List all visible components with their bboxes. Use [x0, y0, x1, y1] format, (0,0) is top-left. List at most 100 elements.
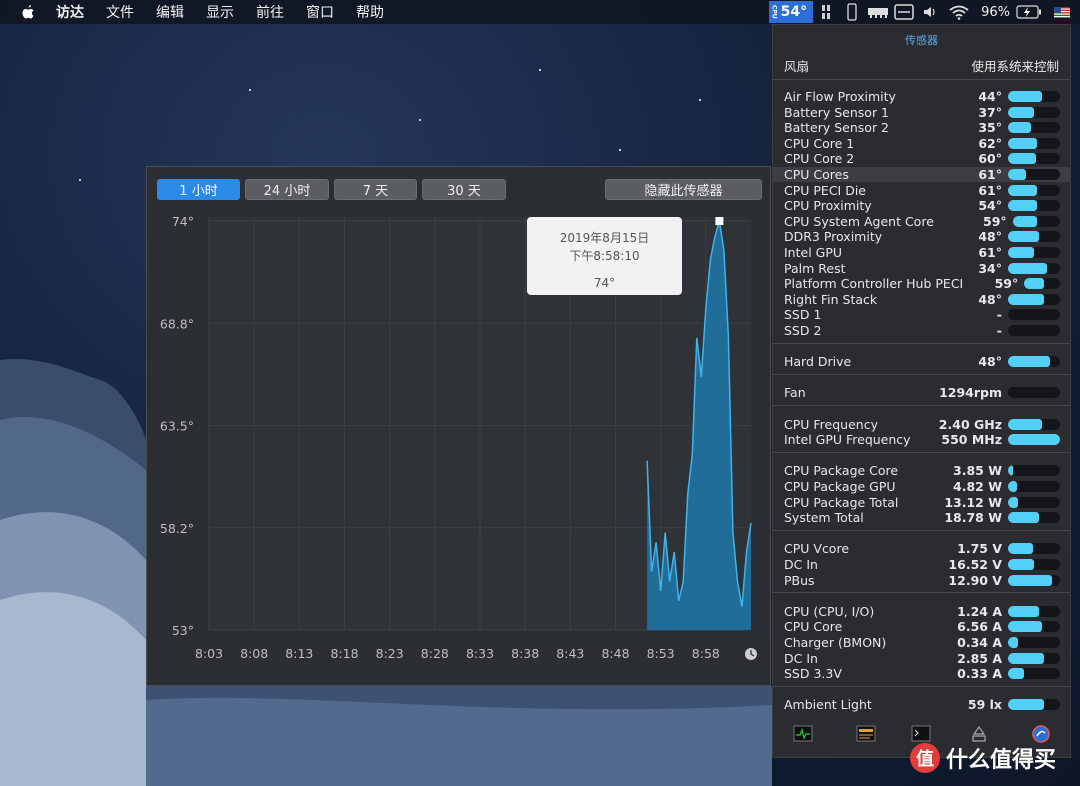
sensor-row[interactable]: CPU Package GPU 4.82 W: [784, 479, 1060, 494]
battery-charging-icon[interactable]: [1014, 0, 1044, 24]
sensor-level-fill: [1008, 434, 1060, 446]
fan-mode[interactable]: 使用系统来控制: [971, 56, 1059, 75]
y-tick-label: 68.8°: [160, 316, 194, 331]
sensor-value: 6.56 A: [957, 619, 1002, 635]
sensor-value: 16.52 V: [948, 557, 1002, 572]
sensor-row[interactable]: CPU Proximity 54°: [784, 198, 1060, 213]
sensor-row[interactable]: SSD 3.3V 0.33 A: [784, 666, 1060, 681]
apple-icon[interactable]: [20, 3, 36, 21]
sensor-name: DC In: [784, 650, 818, 666]
sensor-name: CPU PECI Die: [784, 182, 867, 198]
sensor-row[interactable]: Platform Controller Hub PECI 59°: [784, 276, 1060, 291]
sensor-row[interactable]: CPU System Agent Core 59°: [784, 214, 1060, 229]
sensor-value: 2.40 GHz: [938, 416, 1002, 432]
sensor-row[interactable]: Palm Rest 34°: [784, 261, 1060, 276]
x-tick-label: 8:18: [330, 646, 358, 661]
phone-icon[interactable]: [839, 0, 865, 24]
sensor-row[interactable]: System Total 18.78 W: [784, 510, 1060, 525]
disk-icon[interactable]: [891, 0, 917, 24]
tooltip-date: 2019年8月15日: [559, 231, 650, 245]
sensor-row[interactable]: CPU Vcore 1.75 V: [784, 541, 1060, 556]
sensor-value: 12.90 V: [948, 572, 1002, 588]
sensor-row[interactable]: CPU Core 2 60°: [784, 151, 1060, 166]
cpu-meter-icon[interactable]: [813, 0, 839, 24]
temperature-status-item[interactable]: CPU 54°: [768, 1, 814, 23]
sensor-value: 3.85 W: [953, 463, 1002, 479]
sensor-value: 35°: [978, 120, 1002, 136]
sensor-level-fill: [1008, 293, 1045, 305]
sensor-name: Intel GPU Frequency: [784, 432, 911, 448]
sensor-row[interactable]: Battery Sensor 1 37°: [784, 105, 1060, 120]
volume-icon[interactable]: [917, 0, 943, 24]
sensor-value: 34°: [978, 260, 1002, 276]
y-tick-label: 53°: [172, 623, 194, 638]
us-flag-icon[interactable]: [1044, 0, 1080, 24]
sensor-name: Ambient Light: [784, 697, 872, 713]
sensor-row[interactable]: CPU Core 1 62°: [784, 136, 1060, 151]
menu-view[interactable]: 显示: [206, 2, 234, 22]
time-range-tabs: 1 小时 24 小时 7 天 30 天: [157, 179, 506, 200]
activity-monitor-icon[interactable]: [793, 725, 813, 743]
watermark: 值 什么值得买: [910, 742, 1056, 774]
sensor-row[interactable]: Intel GPU 61°: [784, 245, 1060, 260]
sensor-row[interactable]: CPU Frequency 2.40 GHz: [784, 417, 1060, 432]
sensor-level-bar: [1008, 559, 1060, 570]
hide-sensor-button[interactable]: 隐藏此传感器: [605, 179, 762, 200]
menu-bar: 访达 文件 编辑 显示 前往 窗口 帮助 CPU 54° 96%: [0, 0, 1080, 24]
x-tick-label: 8:03: [195, 646, 223, 661]
sensor-value: 60°: [978, 151, 1002, 167]
sensor-name: PBus: [784, 572, 815, 588]
menu-edit[interactable]: 编辑: [156, 2, 184, 22]
sensor-row[interactable]: CPU Package Core 3.85 W: [784, 463, 1060, 478]
menu-go[interactable]: 前往: [256, 2, 284, 22]
eject-disk-icon[interactable]: [969, 725, 989, 743]
sensor-row[interactable]: Right Fin Stack 48°: [784, 292, 1060, 307]
sensor-row[interactable]: CPU Cores 61°: [773, 167, 1070, 182]
sensor-level-bar: [1008, 91, 1060, 102]
sensor-row[interactable]: CPU Package Total 13.12 W: [784, 495, 1060, 510]
sensor-row[interactable]: Intel GPU Frequency 550 MHz: [784, 432, 1060, 447]
sensor-row[interactable]: Hard Drive 48°: [784, 354, 1060, 369]
sensor-value: 61°: [978, 245, 1002, 260]
menu-help[interactable]: 帮助: [356, 2, 384, 22]
sensor-name: Intel GPU: [784, 245, 843, 260]
terminal-icon[interactable]: [911, 725, 931, 743]
x-tick-label: 8:43: [556, 646, 584, 661]
sensor-row[interactable]: SSD 1 -: [784, 307, 1060, 322]
y-tick-label: 74°: [172, 214, 194, 229]
sensor-row[interactable]: Ambient Light 59 lx: [784, 697, 1060, 712]
sensor-level-bar: [1008, 153, 1060, 165]
sensor-name: Battery Sensor 1: [784, 104, 890, 120]
menu-window[interactable]: 窗口: [306, 2, 334, 22]
data-point-tooltip: 2019年8月15日 下午8:58:10 74°: [527, 217, 682, 295]
tab-1-hour[interactable]: 1 小时: [157, 179, 240, 200]
sensor-row[interactable]: DC In 2.85 A: [784, 651, 1060, 666]
console-log-icon[interactable]: [856, 725, 876, 743]
sensor-row[interactable]: SSD 2 -: [784, 323, 1060, 338]
sensor-level-fill: [1008, 621, 1042, 633]
sensor-row[interactable]: DC In 16.52 V: [784, 557, 1060, 572]
wifi-icon[interactable]: [943, 0, 975, 24]
istat-app-icon[interactable]: [1031, 725, 1051, 743]
sensor-row[interactable]: DDR3 Proximity 48°: [784, 229, 1060, 244]
memory-icon[interactable]: [865, 0, 891, 24]
sensor-row[interactable]: Air Flow Proximity 44°: [784, 89, 1060, 104]
sensor-row[interactable]: CPU PECI Die 61°: [784, 183, 1060, 198]
sensor-row[interactable]: CPU (CPU, I/O) 1.24 A: [784, 604, 1060, 619]
y-tick-label: 58.2°: [160, 521, 194, 536]
sensor-row[interactable]: Battery Sensor 2 35°: [784, 120, 1060, 135]
sensor-level-bar: [1008, 231, 1060, 243]
sensor-row[interactable]: CPU Core 6.56 A: [784, 619, 1060, 634]
tab-7-days[interactable]: 7 天: [334, 179, 417, 200]
sensor-name: CPU System Agent Core: [784, 213, 934, 229]
sensor-row[interactable]: Fan 1294rpm: [784, 385, 1060, 400]
sensor-name: CPU (CPU, I/O): [784, 603, 875, 619]
sensor-row[interactable]: Charger (BMON) 0.34 A: [784, 635, 1060, 650]
menu-finder[interactable]: 访达: [56, 2, 84, 22]
tab-30-days[interactable]: 30 天: [422, 179, 506, 200]
sensor-level-bar: [1008, 387, 1060, 399]
fan-control-row[interactable]: 风扇 使用系统来控制: [784, 56, 1059, 75]
tab-24-hours[interactable]: 24 小时: [245, 179, 329, 200]
menu-file[interactable]: 文件: [106, 2, 134, 22]
sensor-row[interactable]: PBus 12.90 V: [784, 573, 1060, 588]
